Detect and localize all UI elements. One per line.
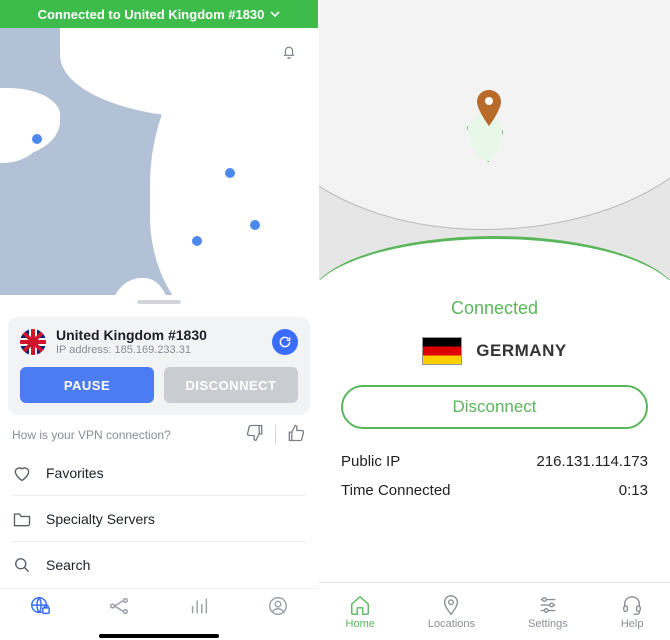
country-row: GERMANY [422,337,566,365]
left-app-panel: Connected to United Kingdom #1830 United… [0,0,319,640]
tab-account[interactable] [267,595,289,622]
refresh-button[interactable] [272,329,298,355]
map-view[interactable] [319,0,670,280]
thumbs-down-button[interactable] [245,423,265,446]
nodes-icon [108,595,130,617]
thumbs-down-icon [245,423,265,443]
country-name: GERMANY [476,341,566,361]
menu-item-search[interactable]: Search [12,542,306,588]
heart-icon [12,463,32,483]
ip-address: IP address: 185.169.233.31 [56,344,262,357]
home-icon [349,594,371,616]
menu-item-specialty[interactable]: Specialty Servers [12,496,306,542]
bell-icon [282,46,296,60]
pin-icon [475,90,503,126]
tab-home[interactable]: Home [346,594,375,630]
tab-help[interactable]: Help [621,594,644,630]
menu-list: Favorites Specialty Servers Search [0,450,318,588]
globe-lock-icon [29,595,51,617]
menu-label: Favorites [46,465,104,481]
map-swoosh [319,236,670,280]
pause-button[interactable]: PAUSE [20,367,154,403]
tab-network[interactable] [108,595,130,622]
tab-label: Settings [528,618,568,630]
time-connected-label: Time Connected [341,482,451,499]
location-pin [475,90,503,131]
tab-label: Home [346,618,375,630]
divider [275,425,276,445]
public-ip-label: Public IP [341,453,400,470]
server-dot[interactable] [250,220,260,230]
folder-icon [12,509,32,529]
server-name: United Kingdom #1830 [56,327,262,344]
bars-icon [188,595,210,617]
menu-item-favorites[interactable]: Favorites [12,450,306,496]
server-dot[interactable] [225,168,235,178]
time-connected-row: Time Connected 0:13 [341,482,648,499]
disconnect-button[interactable]: Disconnect [341,385,648,429]
user-icon [267,595,289,617]
public-ip-row: Public IP 216.131.114.173 [341,453,648,470]
time-connected-value: 0:13 [619,482,648,499]
menu-label: Search [46,557,90,573]
feedback-row: How is your VPN connection? [12,423,306,446]
sheet-handle[interactable] [0,295,318,309]
home-indicator [99,634,219,638]
connection-status-text: Connected to United Kingdom #1830 [38,7,265,22]
thumbs-up-button[interactable] [286,423,306,446]
search-icon [12,555,32,575]
refresh-icon [278,335,292,349]
thumbs-up-icon [286,423,306,443]
public-ip-value: 216.131.114.173 [537,453,649,470]
disconnect-button[interactable]: DISCONNECT [164,367,298,403]
right-app-panel: Connected GERMANY Disconnect Public IP 2… [319,0,670,640]
connection-status: Connected [451,298,538,319]
uk-flag-icon [20,329,46,355]
connection-info-card: United Kingdom #1830 IP address: 185.169… [8,317,310,415]
notifications-button[interactable] [274,38,304,68]
server-dot[interactable] [192,236,202,246]
feedback-question: How is your VPN connection? [12,428,171,442]
tab-settings[interactable]: Settings [528,594,568,630]
tab-label: Help [621,618,644,630]
tab-label: Locations [428,618,475,630]
map-view[interactable] [0,28,318,295]
tab-vpn[interactable] [29,595,51,622]
tab-stats[interactable] [188,595,210,622]
menu-label: Specialty Servers [46,511,155,527]
server-dot[interactable] [32,134,42,144]
tab-locations[interactable]: Locations [428,594,475,630]
connection-status-bar[interactable]: Connected to United Kingdom #1830 [0,0,318,28]
chevron-down-icon [270,9,280,19]
germany-flag-icon [422,337,462,365]
location-pin-icon [440,594,462,616]
tab-bar [0,588,318,640]
headset-icon [621,594,643,616]
tab-bar: Home Locations Settings Help [319,582,670,640]
sliders-icon [537,594,559,616]
